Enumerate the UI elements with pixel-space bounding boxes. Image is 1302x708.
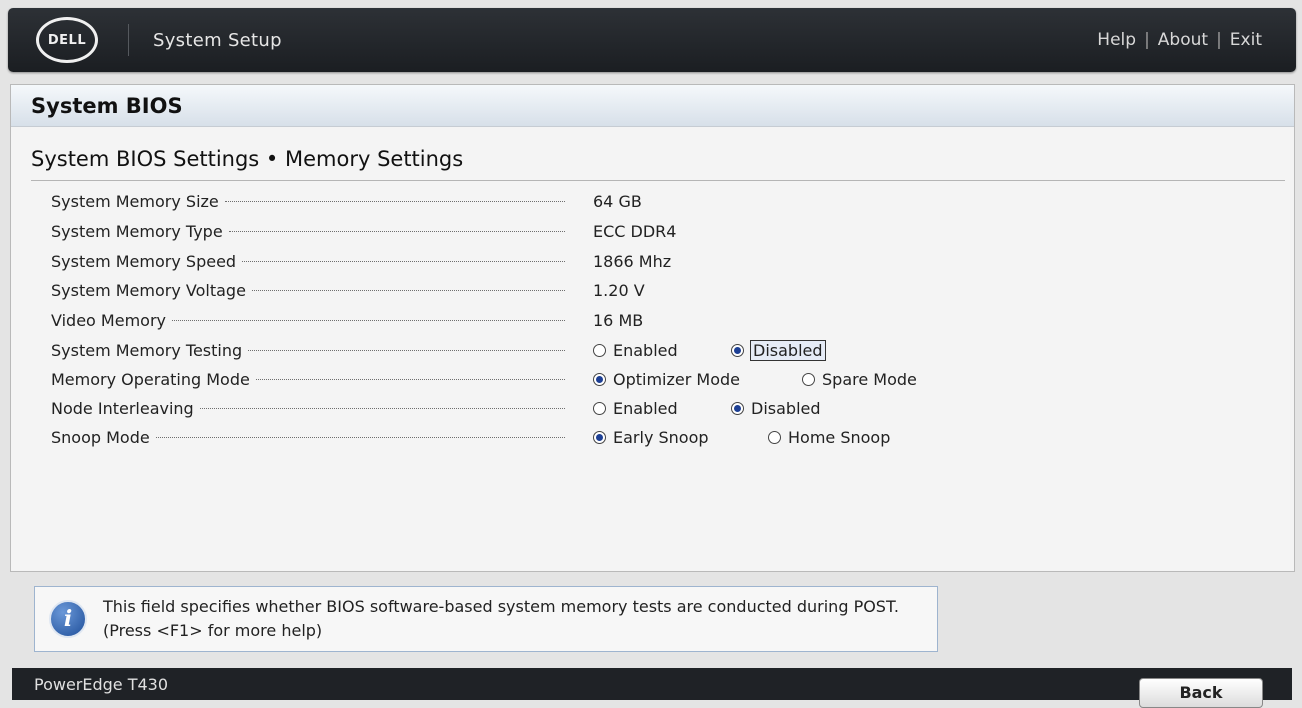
logo-text: DELL bbox=[47, 32, 87, 48]
app-title: System Setup bbox=[153, 29, 282, 51]
setting-row-memory-type: System Memory Type ECC DDR4 bbox=[51, 217, 1251, 245]
radio-option-disabled[interactable]: Disabled bbox=[731, 339, 826, 361]
panel-header: System BIOS bbox=[11, 85, 1294, 127]
setting-label: System Memory Type bbox=[51, 221, 223, 241]
setting-label-wrap: Video Memory bbox=[51, 311, 569, 330]
link-separator: | bbox=[1144, 30, 1150, 50]
radio-button-selected[interactable] bbox=[731, 401, 744, 415]
setting-row-video-memory: Video Memory 16 MB bbox=[51, 306, 1251, 334]
dotted-leader bbox=[171, 319, 565, 321]
setting-label-wrap: Snoop Mode bbox=[51, 428, 569, 447]
setting-value: ECC DDR4 bbox=[593, 221, 677, 241]
help-link[interactable]: Help bbox=[1097, 30, 1136, 50]
dell-logo: DELL bbox=[36, 17, 98, 63]
help-text: This field specifies whether BIOS softwa… bbox=[103, 597, 899, 640]
setting-label: Node Interleaving bbox=[51, 398, 194, 418]
radio-option-enabled[interactable]: Enabled bbox=[593, 399, 731, 418]
radio-option-home-snoop[interactable]: Home Snoop bbox=[768, 428, 890, 447]
setting-label-wrap: Node Interleaving bbox=[51, 399, 569, 418]
setting-label: System Memory Testing bbox=[51, 340, 243, 360]
radio-label: Disabled bbox=[751, 398, 821, 418]
setting-row-memory-voltage: System Memory Voltage 1.20 V bbox=[51, 276, 1251, 304]
setting-label-wrap: System Memory Testing bbox=[51, 341, 569, 360]
settings-panel: System BIOS System BIOS Settings • Memor… bbox=[10, 84, 1295, 572]
setting-label-wrap: System Memory Size bbox=[51, 192, 569, 211]
setting-label: Memory Operating Mode bbox=[51, 369, 250, 389]
dotted-leader bbox=[155, 436, 565, 438]
setting-row-memory-size: System Memory Size 64 GB bbox=[51, 187, 1251, 215]
radio-label: Spare Mode bbox=[822, 369, 917, 389]
top-header-bar: DELL System Setup Help | About | Exit bbox=[8, 8, 1296, 72]
setting-row-operating-mode: Memory Operating Mode Optimizer Mode Spa… bbox=[51, 365, 1251, 393]
back-button[interactable]: Back bbox=[1139, 678, 1263, 708]
system-model: PowerEdge T430 bbox=[34, 675, 169, 694]
radio-button-selected[interactable] bbox=[731, 343, 744, 357]
setting-row-memory-speed: System Memory Speed 1866 Mhz bbox=[51, 247, 1251, 275]
radio-button[interactable] bbox=[768, 430, 781, 444]
radio-label: Early Snoop bbox=[613, 427, 709, 447]
setting-label: System Memory Speed bbox=[51, 251, 237, 271]
info-icon: i bbox=[49, 600, 87, 638]
footer-bar: PowerEdge T430 bbox=[12, 668, 1292, 700]
setting-row-snoop-mode: Snoop Mode Early Snoop Home Snoop bbox=[51, 423, 1251, 451]
radio-option-early-snoop[interactable]: Early Snoop bbox=[593, 428, 768, 447]
header-divider bbox=[128, 24, 129, 56]
radio-button[interactable] bbox=[593, 343, 606, 357]
about-link[interactable]: About bbox=[1158, 30, 1208, 50]
radio-option-disabled[interactable]: Disabled bbox=[731, 399, 821, 418]
radio-label: Enabled bbox=[613, 340, 678, 360]
setting-row-memory-testing: System Memory Testing Enabled Disabled bbox=[51, 336, 1251, 364]
radio-option-spare-mode[interactable]: Spare Mode bbox=[802, 370, 917, 389]
radio-option-enabled[interactable]: Enabled bbox=[593, 341, 731, 360]
setting-value: 16 MB bbox=[593, 310, 644, 330]
radio-option-optimizer-mode[interactable]: Optimizer Mode bbox=[593, 370, 802, 389]
section-title: System BIOS Settings • Memory Settings bbox=[31, 147, 464, 171]
radio-group-node-interleaving: Enabled Disabled bbox=[593, 399, 821, 418]
dotted-leader bbox=[224, 200, 565, 202]
exit-link[interactable]: Exit bbox=[1230, 30, 1262, 50]
dotted-leader bbox=[248, 349, 565, 351]
setting-label-wrap: System Memory Voltage bbox=[51, 281, 569, 300]
dotted-leader bbox=[242, 260, 565, 262]
panel-title: System BIOS bbox=[31, 93, 183, 118]
dotted-leader bbox=[251, 289, 565, 291]
radio-label-focused: Disabled bbox=[750, 339, 826, 361]
dotted-leader bbox=[228, 230, 565, 232]
radio-button-selected[interactable] bbox=[593, 372, 606, 386]
setting-label: Video Memory bbox=[51, 310, 166, 330]
dotted-leader bbox=[199, 407, 565, 409]
radio-label: Enabled bbox=[613, 398, 678, 418]
setting-row-node-interleaving: Node Interleaving Enabled Disabled bbox=[51, 394, 1251, 422]
setting-label-wrap: Memory Operating Mode bbox=[51, 370, 569, 389]
link-separator: | bbox=[1216, 30, 1222, 50]
setting-value: 1866 Mhz bbox=[593, 251, 672, 271]
setting-value: 1.20 V bbox=[593, 280, 645, 300]
radio-group-operating-mode: Optimizer Mode Spare Mode bbox=[593, 370, 917, 389]
radio-group-snoop-mode: Early Snoop Home Snoop bbox=[593, 428, 890, 447]
section-divider bbox=[31, 180, 1285, 181]
radio-label: Home Snoop bbox=[788, 427, 891, 447]
radio-button[interactable] bbox=[593, 401, 606, 415]
radio-button-selected[interactable] bbox=[593, 430, 606, 444]
setting-value: 64 GB bbox=[593, 191, 642, 211]
setting-label-wrap: System Memory Type bbox=[51, 222, 569, 241]
radio-label: Optimizer Mode bbox=[613, 369, 740, 389]
setting-label-wrap: System Memory Speed bbox=[51, 252, 569, 271]
dotted-leader bbox=[255, 378, 565, 380]
setting-label: System Memory Voltage bbox=[51, 280, 246, 300]
setting-label: System Memory Size bbox=[51, 191, 219, 211]
radio-button[interactable] bbox=[802, 372, 815, 386]
radio-group-memory-testing: Enabled Disabled bbox=[593, 339, 826, 361]
help-box: i This field specifies whether BIOS soft… bbox=[34, 586, 938, 652]
header-links: Help | About | Exit bbox=[1097, 30, 1262, 50]
setting-label: Snoop Mode bbox=[51, 427, 150, 447]
